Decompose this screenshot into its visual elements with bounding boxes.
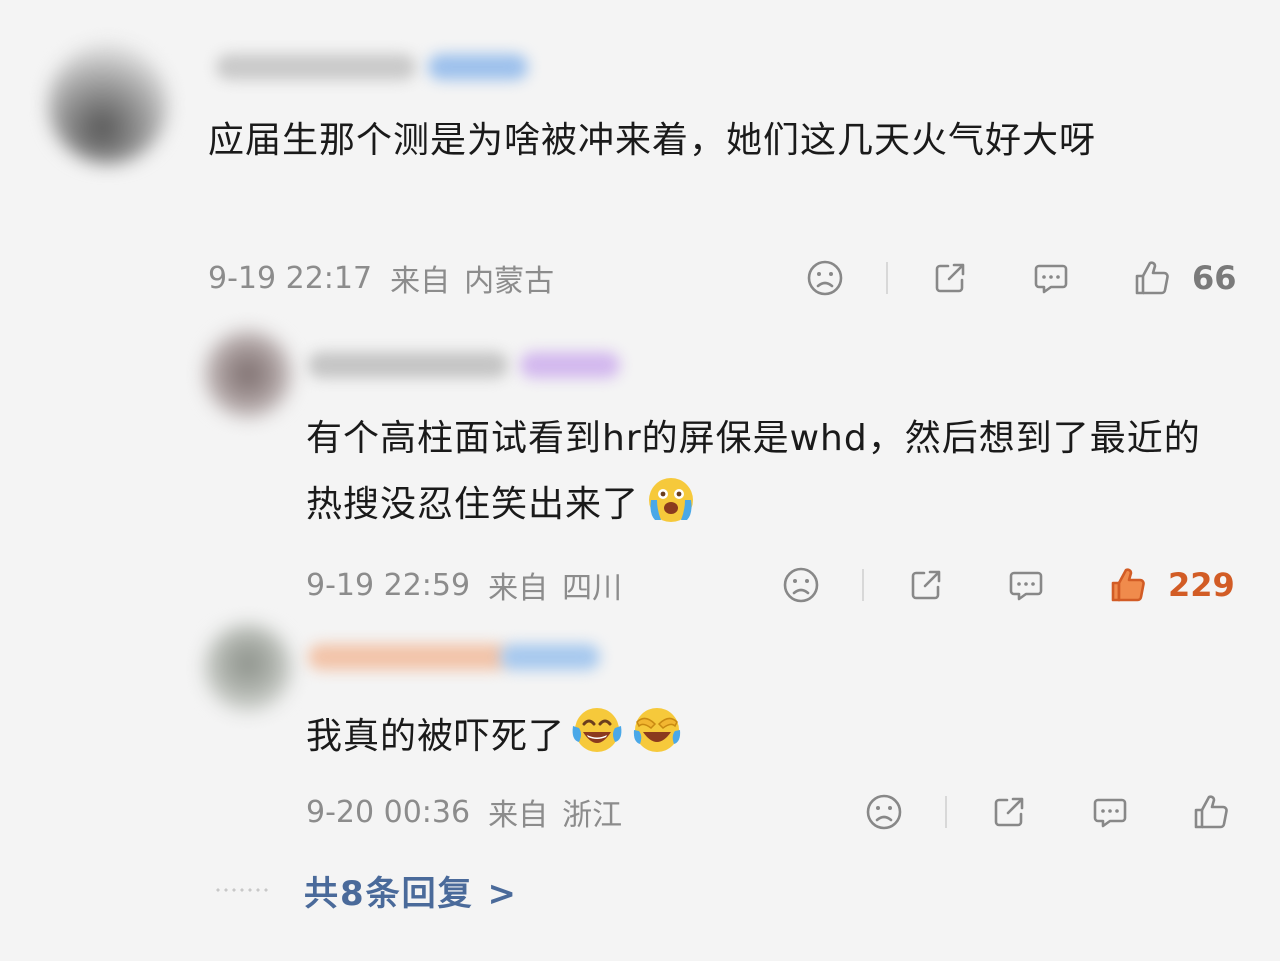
sad-face-icon[interactable] bbox=[781, 565, 821, 605]
divider bbox=[886, 262, 888, 294]
comment-actions: 229 bbox=[0, 561, 1280, 609]
sad-face-icon[interactable] bbox=[805, 258, 845, 298]
like-count: 66 bbox=[1192, 259, 1237, 297]
avatar[interactable] bbox=[204, 624, 292, 712]
comment-text: 我真的被吓死了 bbox=[306, 702, 1236, 768]
avatar[interactable] bbox=[48, 44, 168, 164]
thumbs-up-icon[interactable] bbox=[1108, 565, 1148, 605]
comment-text: 有个高柱面试看到hr的屏保是whd，然后想到了最近的热搜没忍住笑出来了 bbox=[306, 418, 1201, 526]
like-count: 229 bbox=[1168, 566, 1235, 604]
username[interactable] bbox=[308, 352, 508, 378]
thumbs-up-icon[interactable] bbox=[1132, 258, 1172, 298]
more-replies-link[interactable]: 共8条回复 > bbox=[304, 870, 518, 918]
username[interactable] bbox=[216, 54, 416, 80]
tears-of-joy-icon bbox=[569, 702, 625, 758]
avatar[interactable] bbox=[204, 330, 292, 418]
comment-actions bbox=[0, 788, 1280, 836]
user-badge bbox=[500, 644, 600, 670]
comment-icon[interactable] bbox=[1006, 565, 1046, 605]
thumbs-up-icon[interactable] bbox=[1191, 792, 1231, 832]
share-icon[interactable] bbox=[989, 792, 1029, 832]
comment-thread: 应届生那个测是为啥被冲来着，她们这几天火气好大呀 9-19 22:17 来自 内… bbox=[0, 0, 1280, 961]
covering-face-laughing-icon bbox=[629, 702, 685, 758]
username[interactable] bbox=[308, 644, 508, 670]
divider bbox=[862, 569, 864, 601]
comment-text: 应届生那个测是为啥被冲来着，她们这几天火气好大呀 bbox=[208, 120, 1097, 161]
sad-face-icon[interactable] bbox=[864, 792, 904, 832]
comment-icon[interactable] bbox=[1031, 258, 1071, 298]
share-icon[interactable] bbox=[906, 565, 946, 605]
comment-icon[interactable] bbox=[1090, 792, 1130, 832]
share-icon[interactable] bbox=[930, 258, 970, 298]
user-badge bbox=[520, 352, 620, 378]
more-replies-dots bbox=[214, 888, 272, 892]
crying-face-icon bbox=[643, 470, 699, 526]
user-badge bbox=[428, 54, 528, 80]
divider bbox=[945, 796, 947, 828]
comment-actions: 66 bbox=[0, 254, 1280, 302]
